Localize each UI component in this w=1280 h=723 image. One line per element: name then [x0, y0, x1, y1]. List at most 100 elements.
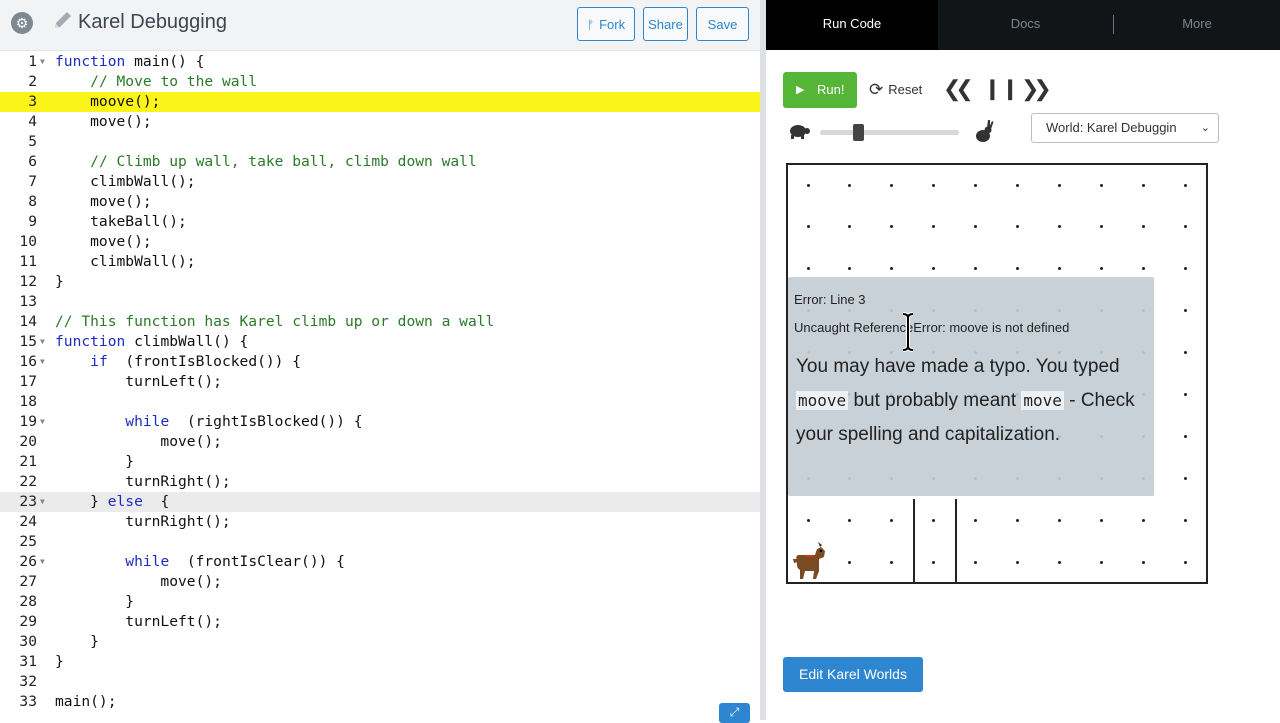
- code-token: move();: [55, 233, 152, 250]
- code-line[interactable]: 25: [0, 532, 760, 552]
- fork-button[interactable]: ᚠ Fork: [577, 7, 635, 41]
- grid-corner-dot: [1183, 434, 1187, 438]
- tab-more[interactable]: More: [1114, 0, 1280, 50]
- fold-arrow-icon[interactable]: ▼: [40, 492, 45, 512]
- world-select[interactable]: World: Karel Debuggin ⌄: [1031, 113, 1219, 143]
- code-line[interactable]: 12}: [0, 272, 760, 292]
- step-forward-icon[interactable]: ❯❯: [1021, 78, 1052, 100]
- step-back-icon[interactable]: ❮❮: [943, 78, 974, 100]
- code-line[interactable]: 3 moove();: [0, 92, 760, 112]
- editor-pane: ⚙ Karel Debugging ᚠ Fork Share Save 1 ▼ fun…: [0, 0, 766, 723]
- code-line[interactable]: 29 turnLeft();: [0, 612, 760, 632]
- code-line[interactable]: 9 takeBall();: [0, 212, 760, 232]
- grid-corner-dot: [1183, 518, 1187, 522]
- world-select-value: World: Karel Debuggin: [1046, 120, 1177, 135]
- code-line[interactable]: 6 // Climb up wall, take ball, climb dow…: [0, 152, 760, 172]
- tab-docs[interactable]: Docs: [938, 0, 1113, 50]
- fold-arrow-icon[interactable]: ▼: [40, 332, 45, 352]
- expand-editor-icon[interactable]: ⤢: [719, 703, 750, 723]
- code-line[interactable]: 26 ▼ while (frontIsClear()) {: [0, 552, 760, 572]
- grid-corner-dot: [848, 183, 852, 187]
- karel-dog-icon: [793, 542, 825, 579]
- grid-corner-dot: [1183, 183, 1187, 187]
- grid-corner-dot: [890, 183, 894, 187]
- code-line[interactable]: 17 turnLeft();: [0, 372, 760, 392]
- code-line[interactable]: 2 // Move to the wall: [0, 72, 760, 92]
- grid-corner-dot: [848, 225, 852, 229]
- grid-corner-dot: [890, 225, 894, 229]
- edit-karel-worlds-button[interactable]: Edit Karel Worlds: [783, 657, 923, 692]
- error-hint-text: You may have made a typo. You typed: [796, 356, 1120, 377]
- code-line[interactable]: 30 }: [0, 632, 760, 652]
- code-line[interactable]: 24 turnRight();: [0, 512, 760, 532]
- share-button[interactable]: Share: [643, 7, 688, 41]
- code-line[interactable]: 4 move();: [0, 112, 760, 132]
- code-line[interactable]: 14 // This function has Karel climb up or…: [0, 312, 760, 332]
- error-panel: Error: Line 3 Uncaught ReferenceError: m…: [788, 277, 1154, 496]
- line-number: 9: [28, 213, 37, 230]
- code-text: move();: [55, 572, 222, 592]
- code-text: while (rightIsBlocked()) {: [55, 412, 363, 432]
- error-title: Error: Line 3: [794, 292, 866, 307]
- program-title[interactable]: Karel Debugging: [78, 11, 227, 34]
- fold-arrow-icon[interactable]: ▼: [40, 412, 45, 432]
- pause-icon[interactable]: ❙❙: [984, 78, 1020, 100]
- code-comment: // Move to the wall: [90, 73, 258, 90]
- code-line[interactable]: 1 ▼ function main() {: [0, 52, 760, 72]
- code-line[interactable]: 23 ▼ } else {: [0, 492, 760, 512]
- settings-gear-icon[interactable]: ⚙: [11, 12, 33, 34]
- code-line[interactable]: 32: [0, 672, 760, 692]
- code-text: moove();: [55, 92, 160, 112]
- grid-corner-dot: [974, 267, 978, 271]
- code-line[interactable]: 10 move();: [0, 232, 760, 252]
- run-button[interactable]: ▶ Run!: [783, 72, 857, 108]
- code-line[interactable]: 31}: [0, 652, 760, 672]
- code-line[interactable]: 15 ▼ function climbWall() {: [0, 332, 760, 352]
- fold-arrow-icon[interactable]: ▼: [40, 52, 45, 72]
- code-text: turnRight();: [55, 512, 230, 532]
- fold-arrow-icon[interactable]: ▼: [40, 552, 45, 572]
- edit-title-pencil-icon[interactable]: [52, 9, 74, 33]
- code-line[interactable]: 20 move();: [0, 432, 760, 452]
- code-text: while (frontIsClear()) {: [55, 552, 345, 572]
- line-number: 20: [19, 433, 37, 450]
- code-line[interactable]: 7 climbWall();: [0, 172, 760, 192]
- code-line[interactable]: 8 move();: [0, 192, 760, 212]
- code-line[interactable]: 18: [0, 392, 760, 412]
- code-keyword: else: [107, 493, 143, 510]
- code-token: turnLeft();: [55, 373, 222, 390]
- code-line[interactable]: 13: [0, 292, 760, 312]
- code-text: }: [55, 632, 99, 652]
- speed-slider[interactable]: [820, 130, 959, 135]
- grid-corner-dot: [1099, 560, 1103, 564]
- code-token: (rightIsBlocked()) {: [178, 413, 363, 430]
- code-line[interactable]: 19 ▼ while (rightIsBlocked()) {: [0, 412, 760, 432]
- code-line[interactable]: 16 ▼ if (frontIsBlocked()) {: [0, 352, 760, 372]
- tab-run-code[interactable]: Run Code: [766, 0, 938, 50]
- line-number: 23: [19, 493, 37, 510]
- reset-button[interactable]: ⟳ Reset: [869, 80, 922, 100]
- run-panel-tabs: Run Code Docs More: [766, 0, 1280, 50]
- save-button[interactable]: Save: [696, 7, 749, 41]
- rabbit-fast-icon: [976, 120, 994, 142]
- code-editor[interactable]: 1 ▼ function main() {2 // Move to the wall…: [0, 52, 760, 720]
- code-line[interactable]: 33 main();: [0, 692, 760, 712]
- grid-corner-dot: [890, 267, 894, 271]
- code-line[interactable]: 5: [0, 132, 760, 152]
- code-line[interactable]: 27 move();: [0, 572, 760, 592]
- fold-arrow-icon[interactable]: ▼: [40, 352, 45, 372]
- code-line[interactable]: 21 }: [0, 452, 760, 472]
- code-line[interactable]: 28 }: [0, 592, 760, 612]
- code-text: function main() {: [55, 52, 204, 72]
- grid-corner-dot: [890, 560, 894, 564]
- speed-slider-handle[interactable]: [853, 124, 865, 141]
- grid-corner-dot: [1016, 225, 1019, 229]
- grid-corner-dot: [848, 560, 852, 564]
- code-line[interactable]: 22 turnRight();: [0, 472, 760, 492]
- code-token: climbWall();: [55, 253, 196, 270]
- line-number: 12: [19, 273, 37, 290]
- grid-corner-dot: [1141, 560, 1145, 564]
- code-line[interactable]: 11 climbWall();: [0, 252, 760, 272]
